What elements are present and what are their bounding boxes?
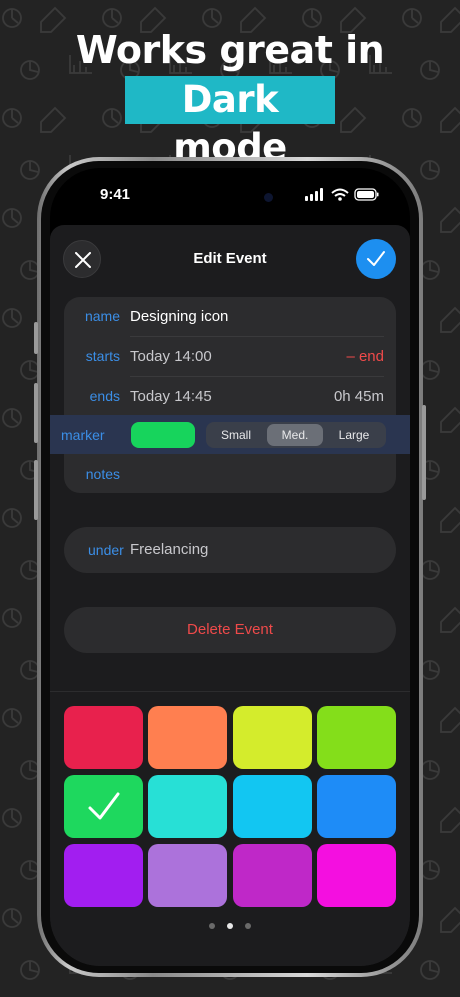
color-swatch[interactable] [148, 706, 228, 769]
page-dot[interactable] [245, 923, 252, 929]
color-swatch[interactable] [316, 706, 396, 769]
color-swatch[interactable] [232, 706, 312, 769]
phone-screen: 9:41 Edit Event name Designing icon star… [50, 168, 410, 966]
marker-label: marker [61, 427, 105, 443]
page-dot-active[interactable] [227, 923, 233, 929]
color-swatch[interactable] [232, 775, 312, 838]
color-swatch[interactable] [148, 844, 228, 907]
headline-line2: Dark mode [125, 76, 335, 169]
under-label: under [88, 542, 124, 558]
page-indicator [50, 916, 410, 934]
status-time: 9:41 [100, 186, 131, 203]
duration-value: 0h 45m [333, 388, 384, 405]
headline-line1: Works great in [75, 28, 385, 72]
checkmark-icon [367, 251, 385, 266]
color-swatch[interactable] [316, 844, 396, 907]
end-link[interactable]: – end [346, 348, 384, 365]
color-swatch[interactable] [64, 706, 143, 769]
under-row[interactable]: under Freelancing [64, 527, 396, 573]
ends-label: ends [89, 388, 120, 404]
status-icons [305, 188, 379, 201]
delete-event-button[interactable]: Delete Event [64, 607, 396, 653]
color-swatch[interactable] [64, 844, 143, 907]
marker-size-segmented[interactable]: Small Med. Large [206, 422, 386, 448]
starts-row[interactable]: starts Today 14:00 – end [64, 337, 396, 376]
color-swatch[interactable] [232, 844, 312, 907]
color-swatch[interactable] [316, 775, 396, 838]
starts-label: starts [85, 348, 120, 364]
save-button[interactable] [356, 239, 396, 279]
size-medium[interactable]: Med. [267, 424, 323, 446]
color-swatch[interactable] [148, 775, 228, 838]
name-label: name [84, 308, 120, 324]
size-small[interactable]: Small [208, 422, 264, 448]
notes-label: notes [85, 466, 120, 482]
event-fields-group: name Designing icon starts Today 14:00 –… [50, 297, 410, 494]
name-input[interactable]: Designing icon [130, 308, 228, 325]
name-row[interactable]: name Designing icon [64, 297, 396, 336]
color-swatch[interactable] [64, 775, 143, 838]
checkmark-icon [88, 792, 120, 820]
marker-row: marker Small Med. Large [50, 415, 410, 454]
page-dot[interactable] [208, 923, 215, 929]
notes-row[interactable]: notes [64, 455, 396, 494]
color-palette [50, 691, 410, 966]
ends-row[interactable]: ends Today 14:45 0h 45m [64, 377, 396, 416]
ends-value[interactable]: Today 14:45 [130, 388, 212, 405]
size-large[interactable]: Large [326, 422, 382, 448]
marker-color-swatch[interactable] [131, 422, 195, 448]
edit-event-sheet: Edit Event name Designing icon starts To… [50, 225, 410, 966]
under-value: Freelancing [130, 541, 209, 558]
starts-value[interactable]: Today 14:00 [130, 348, 212, 365]
